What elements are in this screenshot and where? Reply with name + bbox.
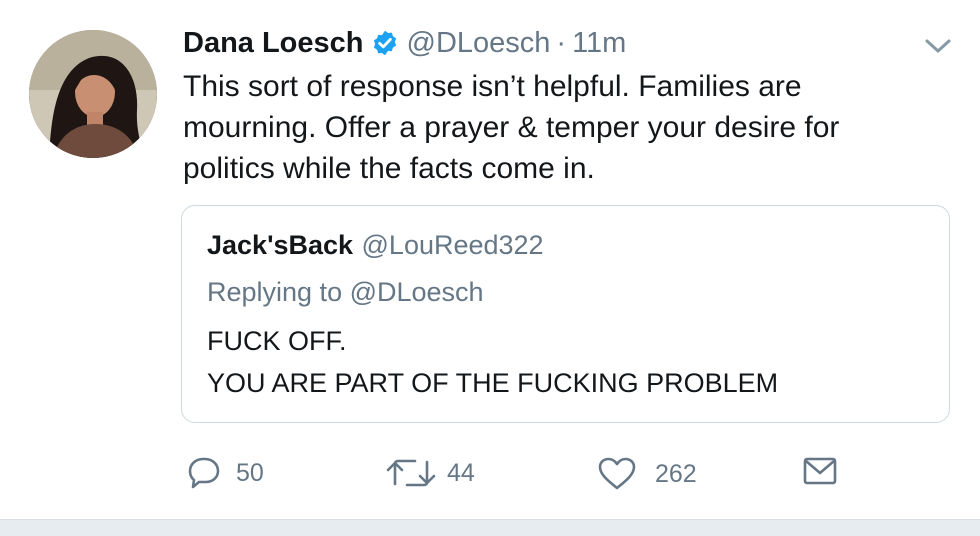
reply-bubble-icon [188,457,220,489]
author-name[interactable]: Dana Loesch [183,27,364,60]
heart-icon [598,457,636,490]
author-handle[interactable]: @DLoesch [407,27,551,60]
chevron-down-icon[interactable] [922,34,954,58]
replying-to-label: Replying to @DLoesch [207,277,484,307]
tweet-text-line: politics while the facts come in. [183,152,595,185]
quoted-author-handle: @LouReed322 [361,230,544,260]
retweet-icon [386,459,436,487]
quoted-text-line: YOU ARE PART OF THE FUCKING PROBLEM [207,368,779,398]
quoted-text-line: FUCK OFF. [207,326,347,356]
tweet-actions-bar: 50 44 262 [0,448,980,498]
tweet-body: This sort of response isn’t helpful. Fam… [183,66,943,189]
tweet-header: Dana Loesch @DLoesch · 11m [183,23,626,63]
separator-dot: · [556,26,567,59]
author-avatar[interactable] [29,30,157,158]
quoted-tweet-header: Jack'sBack @LouReed322 [207,230,544,261]
like-button[interactable]: 262 [597,456,697,492]
quoted-tweet-body: FUCK OFF. YOU ARE PART OF THE FUCKING PR… [207,320,778,404]
quoted-tweet-card[interactable]: Jack'sBack @LouReed322 Replying to @DLoe… [181,205,950,423]
tweet-text-line: This sort of response isn’t helpful. Fam… [183,70,802,103]
timeline-divider [0,519,980,536]
like-count: 262 [655,459,697,488]
quoted-author-name: Jack'sBack [207,230,354,260]
retweet-count: 44 [447,458,475,487]
envelope-icon [803,457,837,485]
reply-button[interactable]: 50 [186,456,264,490]
retweet-button[interactable]: 44 [385,456,475,490]
reply-count: 50 [236,458,264,487]
avatar-photo [29,30,157,158]
tweet-timestamp[interactable]: 11m [572,27,626,60]
verified-badge-icon [373,30,396,56]
direct-message-button[interactable] [803,456,837,486]
tweet-text-line: mourning. Offer a prayer & temper your d… [183,111,840,144]
